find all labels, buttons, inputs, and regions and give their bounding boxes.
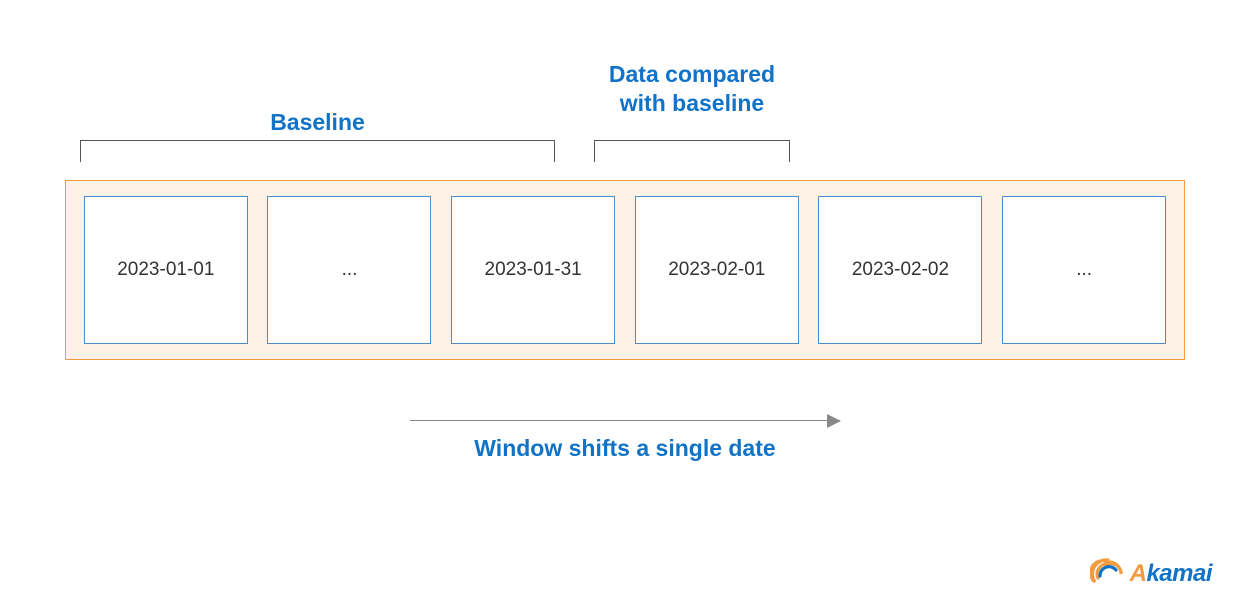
date-box: 2023-02-01	[635, 196, 799, 344]
caption-label: Window shifts a single date	[65, 435, 1185, 462]
date-box: 2023-02-02	[818, 196, 982, 344]
arrow-area: Window shifts a single date	[65, 400, 1185, 462]
logo-text-accent: A	[1130, 560, 1147, 587]
date-box: 2023-01-01	[84, 196, 248, 344]
arrow-icon	[410, 420, 840, 421]
brackets-row	[80, 140, 1180, 170]
logo-text: Akamai	[1130, 560, 1212, 588]
akamai-logo: Akamai	[1090, 556, 1212, 592]
baseline-label: Baseline	[80, 108, 555, 137]
logo-text-main: kamai	[1146, 560, 1212, 587]
arrow-head-icon	[827, 414, 841, 428]
date-box: 2023-01-31	[451, 196, 615, 344]
baseline-bracket	[80, 140, 555, 162]
logo-swoosh-icon	[1090, 556, 1126, 592]
compared-bracket	[594, 140, 790, 162]
date-box: ...	[267, 196, 431, 344]
window-container: 2023-01-01 ... 2023-01-31 2023-02-01 202…	[65, 180, 1185, 360]
date-box: ...	[1002, 196, 1166, 344]
compared-label: Data compared with baseline	[594, 60, 790, 118]
